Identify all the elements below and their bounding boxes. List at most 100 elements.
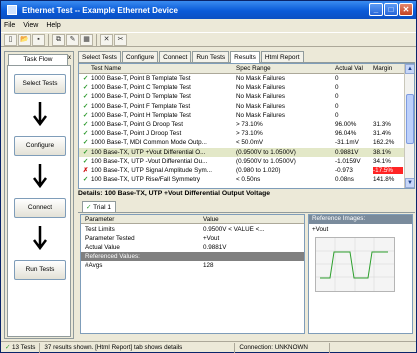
column-header-spec-range[interactable]: Spec Range <box>236 65 332 72</box>
delete-icon[interactable]: ✕ <box>100 33 113 46</box>
task-flow-panel: Task Flow x Select Tests Configure Conne… <box>4 51 74 339</box>
title-bar[interactable]: Ethernet Test -- Example Ethernet Device… <box>1 1 416 19</box>
param-row: Parameter Tested +Vout <box>81 234 304 243</box>
pass-check-icon: ✓ <box>82 102 89 110</box>
taskflow-connect-button[interactable]: Connect <box>14 198 66 218</box>
task-flow-tab[interactable]: Task Flow <box>8 54 68 65</box>
pass-check-icon: ✓ <box>82 84 89 92</box>
margin-value: 38.1% <box>373 148 391 156</box>
menu-view[interactable]: View <box>23 22 38 29</box>
actual-value: 0 <box>335 111 339 119</box>
actual-value: -0.973 <box>335 167 353 174</box>
taskflow-run-tests-button[interactable]: Run Tests <box>14 260 66 280</box>
actual-value: 0 <box>335 84 339 92</box>
reference-waveform-thumbnail[interactable] <box>315 237 395 292</box>
test-name: 1000 Base-T, MDI Common Mode Outp... <box>91 139 207 147</box>
toolbar: ▯ 📂 ▪ ⧉ ✎ ▦ ✕ ✂ <box>1 32 416 47</box>
results-row[interactable]: ✓ 100 Base-TX, UTP -Vout Differential Ou.… <box>79 157 405 166</box>
spec-range: > 73.10% <box>236 121 263 128</box>
copy-icon[interactable]: ⧉ <box>52 33 65 46</box>
details-parameter-table: Parameter Value Test Limits 0.9500V < VA… <box>80 214 305 334</box>
scroll-thumb[interactable] <box>406 94 414 144</box>
tab-select-tests[interactable]: Select Tests <box>78 51 121 62</box>
grid-icon[interactable]: ▦ <box>80 33 93 46</box>
results-row[interactable]: ✓ 1000 Base-T, Point C Template Test No Ma… <box>79 84 405 93</box>
spec-range: (0.980 to 1.020) <box>236 167 281 174</box>
results-row[interactable]: ✓ 100 Base-TX, UTP +Vout Differential O..… <box>79 148 405 158</box>
status-test-count: ✓ 13 Tests <box>1 342 41 353</box>
status-bar: ✓ 13 Tests 37 results shown. [Html Repor… <box>1 341 416 353</box>
column-header-margin[interactable]: Margin <box>373 65 403 72</box>
waveform-icon <box>316 238 394 291</box>
results-row[interactable]: ✓ 1000 Base-T, Point B Template Test No Ma… <box>79 75 405 84</box>
actual-value: 0 <box>335 102 339 110</box>
test-name: 100 Base-TX, UTP Signal Amplitude Sym... <box>91 167 212 174</box>
results-row[interactable]: ✗ 100 Base-TX, UTP Signal Amplitude Sym..… <box>79 167 405 176</box>
taskflow-configure-button[interactable]: Configure <box>14 136 66 156</box>
results-row[interactable]: ✓ 1000 Base-T, Point F Template Test No Ma… <box>79 102 405 111</box>
param-row: #Avgs 128 <box>81 261 304 270</box>
results-row[interactable]: ✓ 1000 Base-T, Point H Template Test No Ma… <box>79 111 405 120</box>
task-flow-body: Select Tests Configure Connect Run Tests <box>7 65 71 337</box>
pass-check-icon: ✓ <box>82 176 89 184</box>
tab-trial-1[interactable]: ✓ Trial 1 <box>82 201 116 212</box>
tab-connect[interactable]: Connect <box>159 51 192 62</box>
taskflow-select-tests-button[interactable]: Select Tests <box>14 74 66 94</box>
cut-icon[interactable]: ✂ <box>114 33 127 46</box>
scroll-up-icon[interactable]: ▲ <box>405 64 414 74</box>
margin-value: 31.3% <box>373 121 391 128</box>
param-name: Test Limits <box>85 225 115 233</box>
edit-icon[interactable]: ✎ <box>66 33 79 46</box>
pass-check-icon: ✓ <box>82 148 89 156</box>
new-icon[interactable]: ▯ <box>4 33 17 46</box>
tab-html-report[interactable]: Html Report <box>260 51 304 62</box>
open-icon[interactable]: 📂 <box>18 33 31 46</box>
reference-image-label: +Vout <box>312 226 329 233</box>
results-scrollbar[interactable]: ▲ ▼ <box>404 64 414 188</box>
pass-check-icon: ✓ <box>82 111 89 119</box>
tab-run-tests[interactable]: Run Tests <box>192 51 230 62</box>
test-name: 1000 Base-T, Point H Template Test <box>91 111 191 119</box>
column-header-actual-val[interactable]: Actual Val <box>335 65 371 72</box>
actual-value: 0 <box>335 75 339 82</box>
pass-check-icon: ✓ <box>82 75 89 82</box>
tab-results[interactable]: Results <box>230 51 260 63</box>
minimize-button[interactable]: _ <box>369 3 383 16</box>
task-flow-close-icon[interactable]: x <box>68 55 71 61</box>
results-row[interactable]: ✓ 1000 Base-T, Point G Droop Test > 73.10%… <box>79 121 405 130</box>
column-header-test-name[interactable]: Test Name <box>91 65 233 72</box>
param-name: Actual Value <box>85 243 120 251</box>
test-name: 100 Base-TX, UTP Rise/Fall Symmetry <box>91 176 201 184</box>
actual-value: 96.00% <box>335 121 357 128</box>
scroll-down-icon[interactable]: ▼ <box>405 178 414 188</box>
reference-images-header: Reference Images: <box>309 215 412 224</box>
spec-range: > 73.10% <box>236 130 263 138</box>
spec-range: < 0.50ns <box>236 176 261 184</box>
margin-value: 34.1% <box>373 157 391 165</box>
results-row[interactable]: ✓ 1000 Base-T, MDI Common Mode Outp... < 5… <box>79 139 405 148</box>
maximize-button[interactable]: □ <box>384 3 398 16</box>
close-button[interactable]: ✕ <box>399 3 413 16</box>
menu-help[interactable]: Help <box>46 22 60 29</box>
results-row[interactable]: ✓ 1000 Base-T, Point D Template Test No Ma… <box>79 93 405 102</box>
test-name: 100 Base-TX, UTP -Vout Differential Ou..… <box>91 157 208 165</box>
results-table: Test Name Spec Range Actual Val Margin ✓… <box>78 63 415 189</box>
spec-range: No Mask Failures <box>236 111 285 119</box>
margin-value: -17.5% <box>373 167 403 174</box>
save-icon[interactable]: ▪ <box>32 33 45 46</box>
spec-range: No Mask Failures <box>236 102 285 110</box>
down-arrow-icon <box>33 226 47 251</box>
results-row[interactable]: ✓ 100 Base-TX, UTP Rise/Fall Symmetry < 0.… <box>79 176 405 185</box>
trial-tab-label: Trial 1 <box>93 204 111 211</box>
test-name: 1000 Base-T, Point G Droop Test <box>91 121 183 128</box>
results-row[interactable]: ✓ 1000 Base-T, Point J Droop Test > 73.10%… <box>79 130 405 139</box>
spec-range: < 50.0mV <box>236 139 264 147</box>
tab-configure[interactable]: Configure <box>121 51 159 62</box>
param-row: Actual Value 0.9881V <box>81 243 304 252</box>
menu-file[interactable]: File <box>4 22 15 29</box>
app-window: Ethernet Test -- Example Ethernet Device… <box>0 0 417 353</box>
results-header-row: Test Name Spec Range Actual Val Margin <box>79 64 405 74</box>
pass-check-icon: ✓ <box>82 157 89 165</box>
main-tab-bar: Select Tests Configure Connect Run Tests… <box>78 51 415 63</box>
column-header-value: Value <box>203 215 219 223</box>
